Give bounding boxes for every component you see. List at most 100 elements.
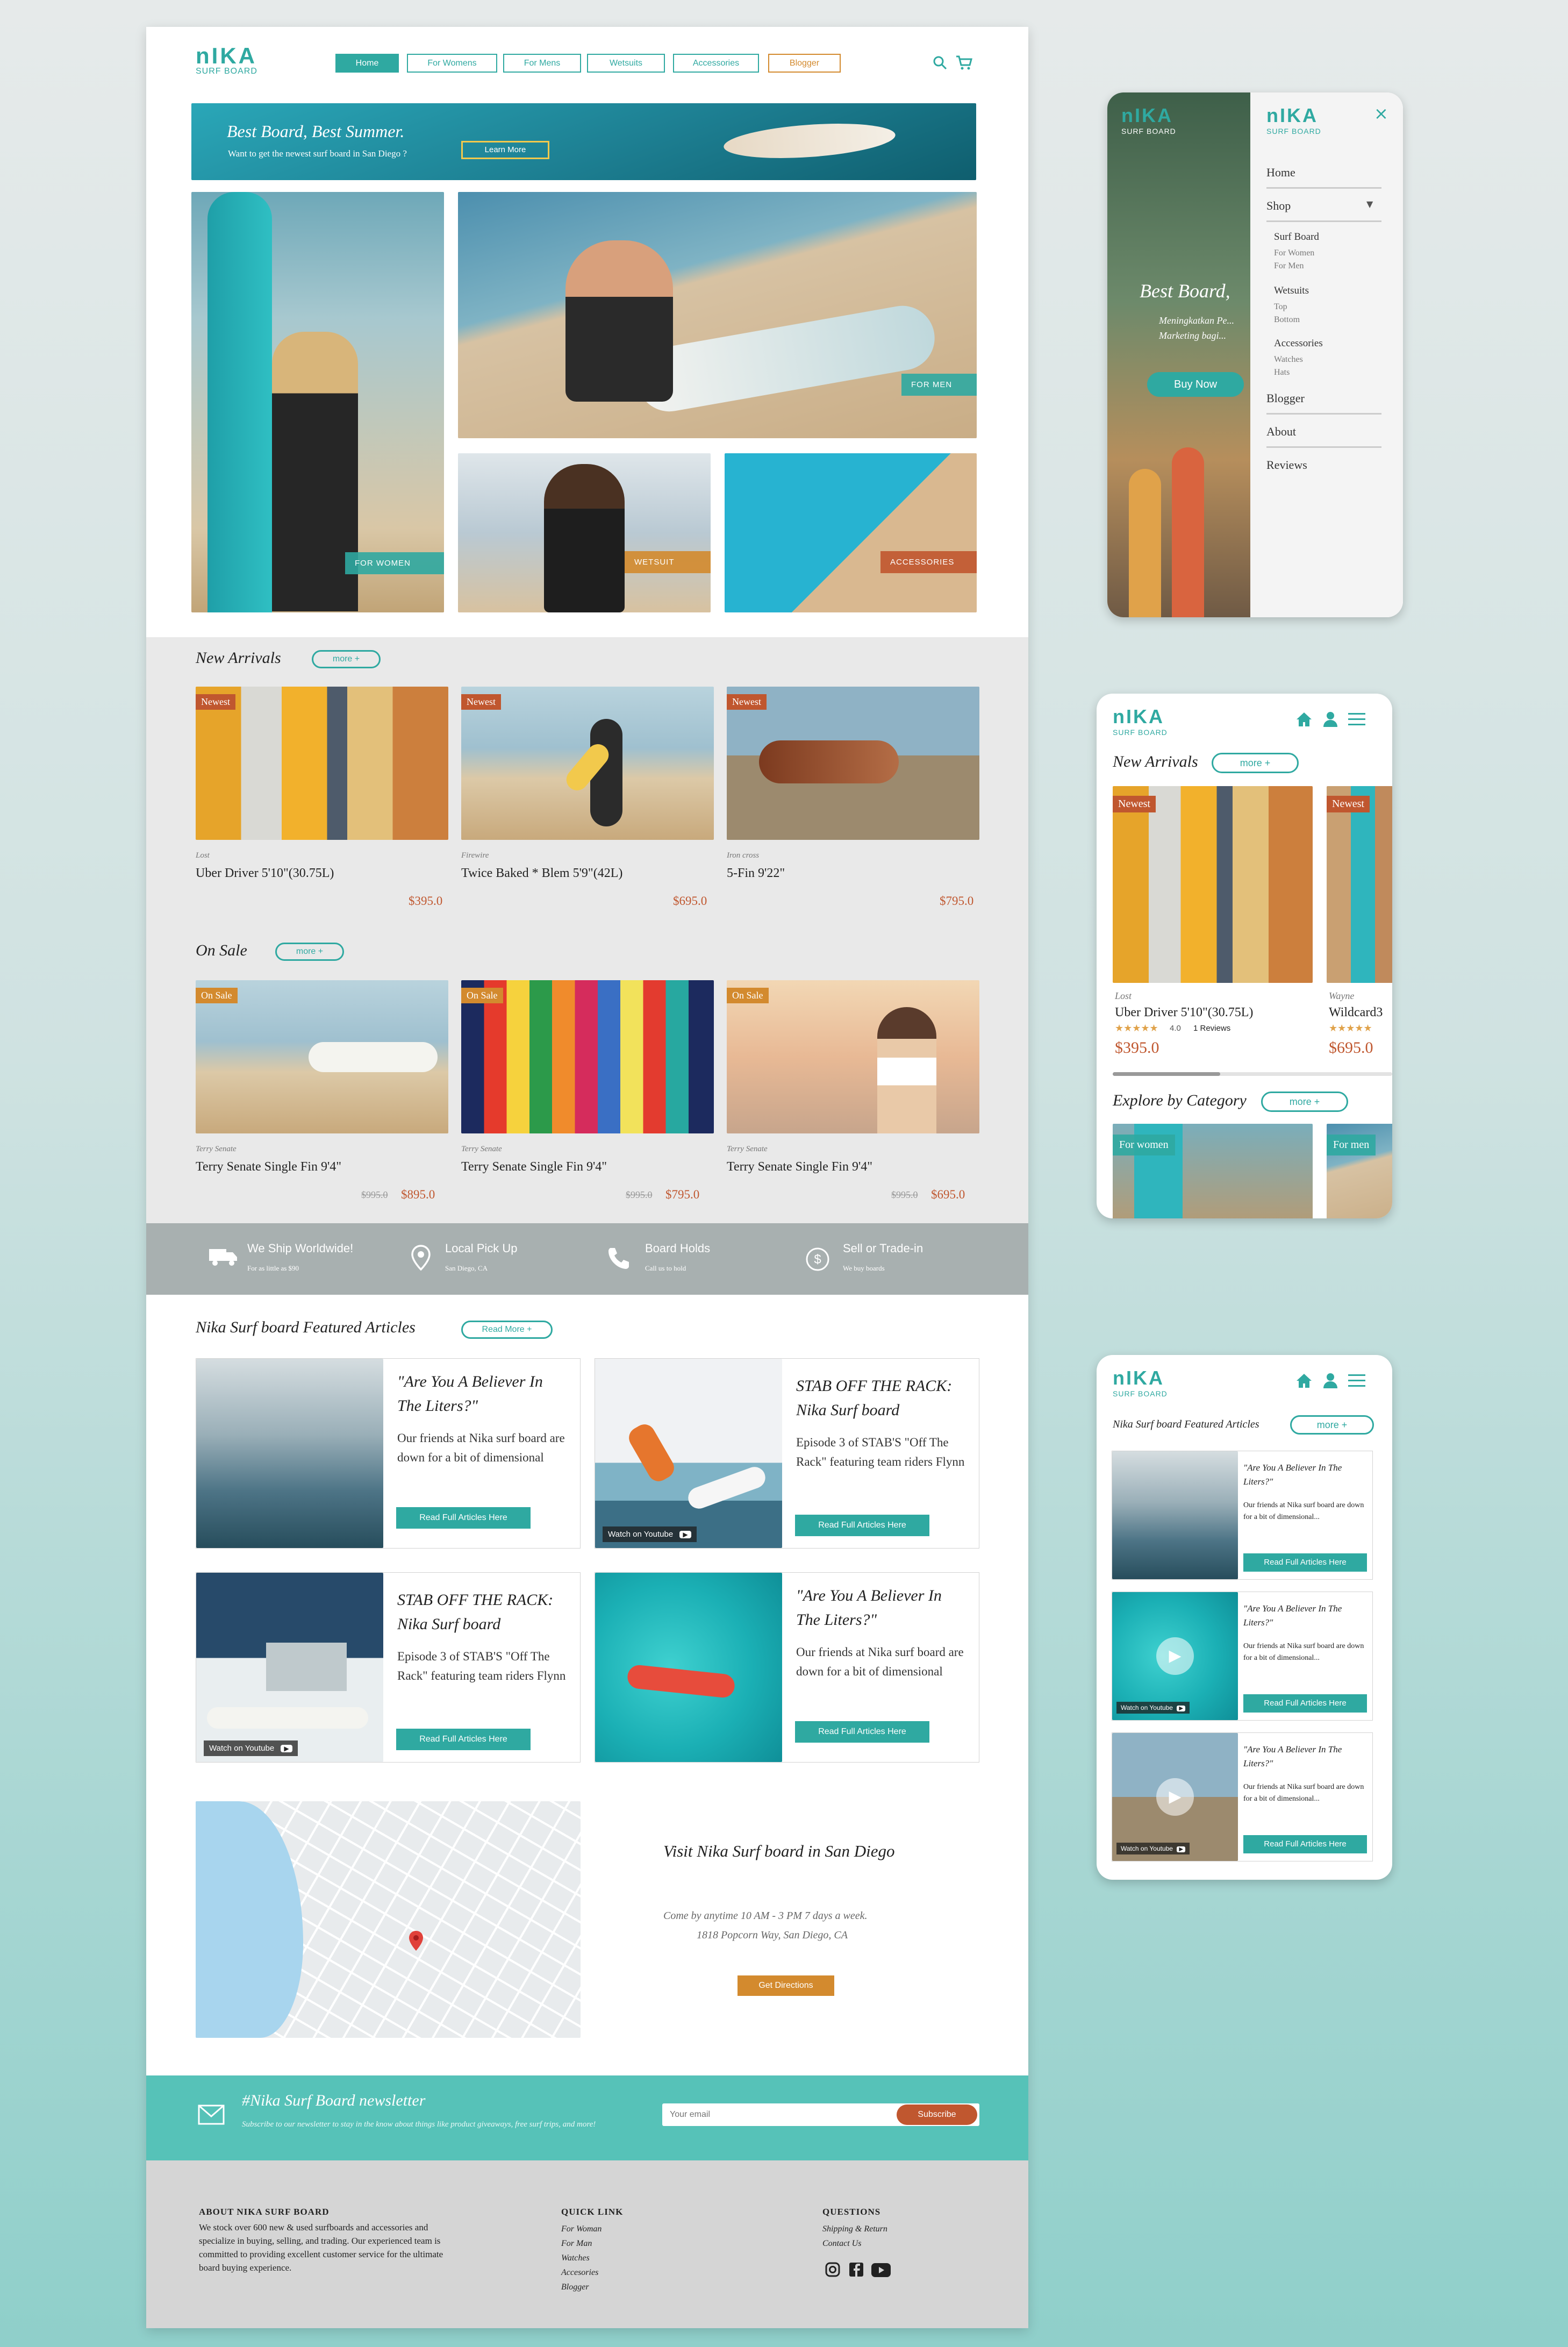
drawer-item-blogger[interactable]: Blogger — [1266, 391, 1305, 405]
facebook-icon[interactable] — [848, 2262, 864, 2278]
instagram-icon[interactable] — [825, 2262, 841, 2278]
drawer-item-surfboard[interactable]: Surf Board — [1274, 231, 1319, 243]
article-title[interactable]: "Are You A Believer In The Liters?" — [1243, 1602, 1366, 1630]
category-tag-men[interactable]: For men — [1327, 1135, 1376, 1155]
user-icon[interactable] — [1322, 711, 1338, 728]
product-name[interactable]: Twice Baked * Blem 5'9"(42L) — [461, 866, 622, 881]
nav-blogger[interactable]: Blogger — [768, 54, 841, 73]
cart-icon[interactable] — [955, 55, 973, 71]
drawer-item-wetsuits[interactable]: Wetsuits — [1274, 285, 1309, 297]
product-image[interactable]: Newest — [727, 687, 979, 840]
drawer-item-accessories[interactable]: Accessories — [1274, 338, 1323, 349]
home-icon[interactable] — [1295, 1372, 1313, 1389]
mobile-articles-more-button[interactable]: more + — [1290, 1415, 1374, 1435]
product-image[interactable]: Newest — [461, 687, 714, 840]
category-wetsuit-image[interactable]: WETSUIT — [458, 453, 711, 612]
footer-link[interactable]: Watches — [561, 2251, 590, 2265]
read-article-button[interactable]: Read Full Articles Here — [396, 1507, 531, 1529]
carousel-scrollbar[interactable] — [1113, 1072, 1392, 1076]
category-men-image[interactable]: FOR MEN — [458, 192, 977, 438]
drawer-subitem[interactable]: Watches — [1274, 355, 1303, 365]
watch-on-youtube[interactable]: Watch on Youtube ▶ — [1116, 1843, 1190, 1854]
article-image[interactable]: ▶ Watch on Youtube ▶ — [1112, 1592, 1238, 1720]
product-image[interactable]: On Sale — [196, 980, 448, 1133]
hamburger-menu-icon[interactable] — [1348, 1373, 1365, 1388]
on-sale-more-button[interactable]: more + — [275, 943, 344, 961]
read-article-button[interactable]: Read Full Articles Here — [396, 1729, 531, 1750]
category-tag-men[interactable]: FOR MEN — [901, 374, 977, 396]
category-tag-accessories[interactable]: ACCESSORIES — [880, 551, 977, 573]
read-article-button[interactable]: Read Full Articles Here — [1243, 1835, 1367, 1853]
articles-read-more-button[interactable]: Read More + — [461, 1321, 553, 1339]
footer-link[interactable]: For Woman — [561, 2222, 602, 2236]
category-tag-wetsuit[interactable]: WETSUIT — [625, 551, 711, 573]
article-title[interactable]: "Are You A Believer In The Liters?" — [397, 1369, 569, 1418]
category-accessories-image[interactable]: ACCESSORIES — [725, 453, 977, 612]
footer-link[interactable]: Blogger — [561, 2280, 589, 2294]
article-title[interactable]: STAB OFF THE RACK: Nika Surf board — [397, 1588, 575, 1636]
product-name[interactable]: Terry Senate Single Fin 9'4" — [196, 1160, 341, 1174]
subscribe-button[interactable]: Subscribe — [897, 2105, 977, 2125]
mobile-more-button[interactable]: more + — [1212, 753, 1299, 773]
article-image[interactable] — [196, 1359, 383, 1548]
hero-learn-more-button[interactable]: Learn More — [461, 141, 549, 159]
user-icon[interactable] — [1322, 1372, 1338, 1389]
hamburger-menu-icon[interactable] — [1348, 712, 1365, 727]
watch-on-youtube[interactable]: Watch on Youtube ▶ — [1116, 1702, 1190, 1714]
product-image[interactable]: Newest — [1327, 786, 1392, 983]
close-icon[interactable]: × — [1374, 103, 1388, 124]
read-article-button[interactable]: Read Full Articles Here — [1243, 1553, 1367, 1572]
product-image[interactable]: Newest — [196, 687, 448, 840]
article-image[interactable] — [1112, 1451, 1238, 1579]
article-image[interactable]: Watch on Youtube ▶ — [595, 1359, 782, 1548]
footer-link[interactable]: Shipping & Return — [822, 2222, 887, 2236]
footer-link[interactable]: Accesories — [561, 2265, 598, 2280]
category-women-image[interactable]: FOR WOMEN — [191, 192, 444, 612]
buy-now-button[interactable]: Buy Now — [1147, 372, 1244, 397]
read-article-button[interactable]: Read Full Articles Here — [1243, 1694, 1367, 1713]
category-women-image[interactable]: For women — [1113, 1124, 1313, 1218]
drawer-subitem[interactable]: For Men — [1274, 261, 1304, 271]
nav-for-womens[interactable]: For Womens — [407, 54, 497, 73]
category-tag-women[interactable]: FOR WOMEN — [345, 552, 444, 574]
product-image[interactable]: Newest — [1113, 786, 1313, 983]
article-title[interactable]: "Are You A Believer In The Liters?" — [796, 1583, 968, 1632]
footer-link[interactable]: For Man — [561, 2236, 592, 2251]
chevron-down-icon[interactable]: ▼ — [1366, 199, 1373, 209]
logo[interactable]: nIKA SURF BOARD — [196, 45, 271, 76]
category-men-image[interactable]: For men — [1327, 1124, 1392, 1218]
nav-for-mens[interactable]: For Mens — [503, 54, 581, 73]
mobile-logo[interactable]: nIKA SURF BOARD — [1113, 1367, 1168, 1398]
drawer-item-shop[interactable]: Shop — [1266, 199, 1291, 213]
footer-link[interactable]: Contact Us — [822, 2236, 861, 2251]
product-name[interactable]: Wildcard3 — [1329, 1005, 1383, 1020]
product-name[interactable]: Uber Driver 5'10"(30.75L) — [1115, 1005, 1253, 1020]
nav-home[interactable]: Home — [335, 54, 399, 73]
article-title[interactable]: STAB OFF THE RACK: Nika Surf board — [796, 1374, 973, 1422]
product-image[interactable]: On Sale — [461, 980, 714, 1133]
drawer-subitem[interactable]: Hats — [1274, 368, 1290, 377]
nav-wetsuits[interactable]: Wetsuits — [587, 54, 665, 73]
store-map[interactable] — [196, 1801, 581, 2038]
get-directions-button[interactable]: Get Directions — [738, 1975, 834, 1996]
product-name[interactable]: Terry Senate Single Fin 9'4" — [727, 1160, 872, 1174]
article-title[interactable]: "Are You A Believer In The Liters?" — [1243, 1461, 1366, 1489]
product-name[interactable]: 5-Fin 9'22" — [727, 866, 785, 881]
article-image[interactable]: Watch on Youtube ▶ — [196, 1573, 383, 1762]
home-icon[interactable] — [1295, 711, 1313, 728]
drawer-item-home[interactable]: Home — [1266, 166, 1295, 180]
search-icon[interactable] — [932, 55, 948, 71]
drawer-item-reviews[interactable]: Reviews — [1266, 458, 1307, 472]
watch-on-youtube[interactable]: Watch on Youtube ▶ — [603, 1526, 697, 1542]
carousel-scroll-thumb[interactable] — [1113, 1072, 1220, 1076]
new-arrivals-more-button[interactable]: more + — [312, 650, 381, 668]
article-image[interactable] — [595, 1573, 782, 1762]
youtube-icon[interactable] — [871, 2263, 891, 2278]
play-button-icon[interactable]: ▶ — [1156, 1778, 1194, 1816]
product-name[interactable]: Terry Senate Single Fin 9'4" — [461, 1160, 607, 1174]
drawer-subitem[interactable]: Top — [1274, 302, 1287, 312]
explore-more-button[interactable]: more + — [1261, 1092, 1348, 1112]
product-name[interactable]: Uber Driver 5'10"(30.75L) — [196, 866, 334, 881]
mobile-logo[interactable]: nIKA SURF BOARD — [1113, 705, 1168, 737]
category-tag-women[interactable]: For women — [1113, 1135, 1175, 1155]
